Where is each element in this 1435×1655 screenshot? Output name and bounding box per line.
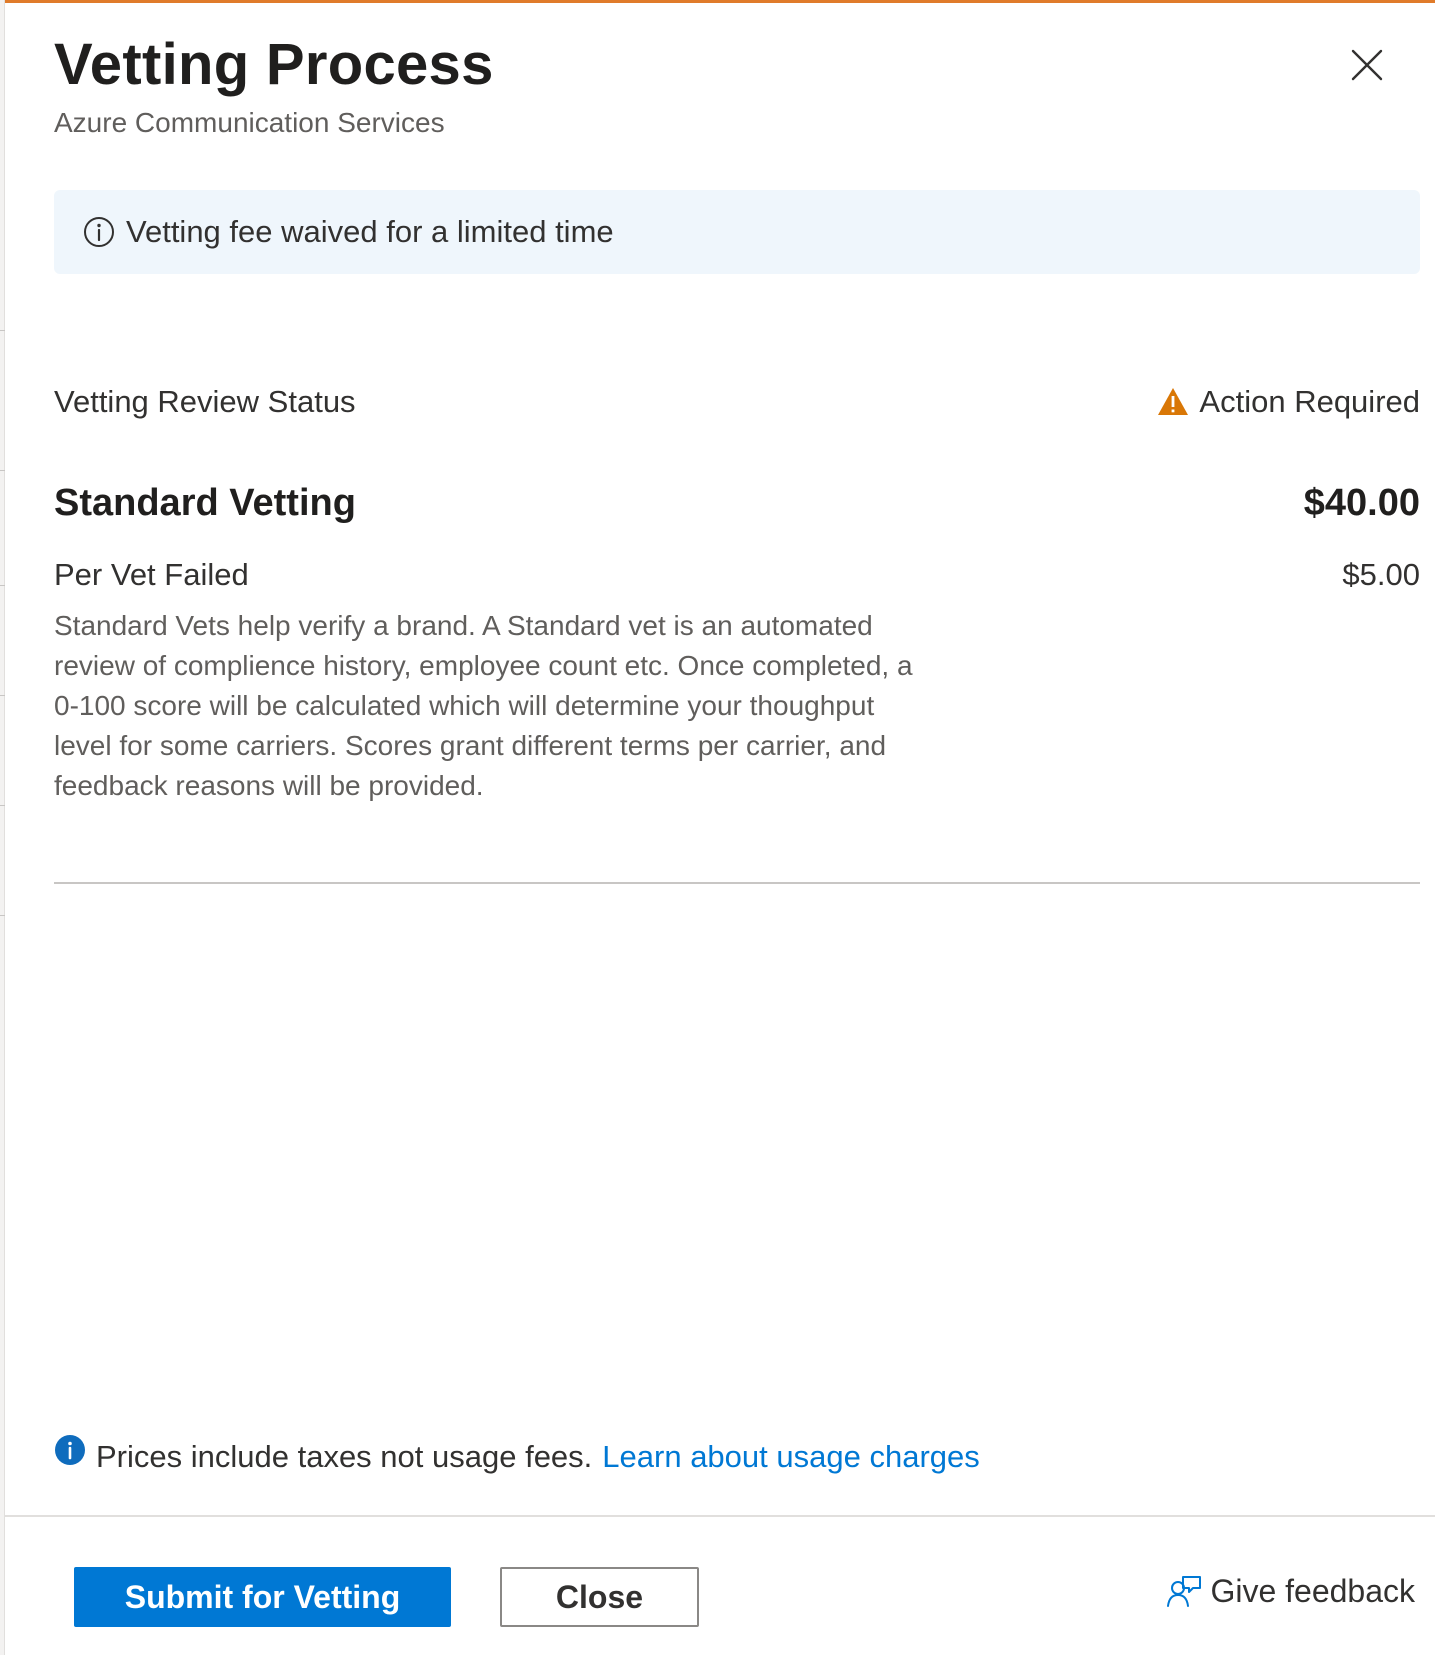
per-vet-failed-price: $5.00 [1342,557,1420,592]
warning-icon [1157,386,1189,418]
close-button[interactable]: Close [500,1567,699,1627]
give-feedback-label: Give feedback [1210,1573,1415,1609]
vetting-process-panel: Vetting Process Azure Communication Serv… [5,0,1435,1655]
banner-text: Vetting fee waived for a limited time [126,214,614,249]
panel-subtitle: Azure Communication Services [54,107,445,138]
submit-for-vetting-button[interactable]: Submit for Vetting [74,1567,451,1627]
info-outline-icon [82,215,116,249]
standard-vetting-title: Standard Vetting [54,481,356,524]
status-label: Vetting Review Status [54,384,356,419]
close-icon[interactable] [1345,43,1389,87]
status-row: Vetting Review Status Action Required [54,378,1420,426]
section-divider [54,882,1420,884]
pricing-note-text: Prices include taxes not usage fees. [96,1439,593,1474]
feedback-person-icon [1166,1574,1202,1610]
status-value: Action Required [1199,384,1420,419]
standard-vetting-price: $40.00 [1303,481,1420,524]
info-filled-icon [54,1434,86,1466]
pricing-note: Prices include taxes not usage fees. Lea… [54,1435,980,1475]
usage-charges-link[interactable]: Learn about usage charges [602,1439,979,1475]
standard-vetting-description: Standard Vets help verify a brand. A Sta… [54,610,913,801]
panel-title: Vetting Process [54,32,494,97]
info-banner: Vetting fee waived for a limited time [54,190,1420,274]
page: Vetting Process Azure Communication Serv… [0,0,1435,1655]
footer-divider [5,1515,1435,1517]
per-vet-failed-label: Per Vet Failed [54,557,249,592]
give-feedback-button[interactable]: Give feedback [1166,1573,1415,1610]
status-badge: Action Required [1157,384,1420,420]
per-vet-failed-row: Per Vet Failed $5.00 [54,553,1420,597]
standard-vetting-row: Standard Vetting $40.00 [54,475,1420,531]
